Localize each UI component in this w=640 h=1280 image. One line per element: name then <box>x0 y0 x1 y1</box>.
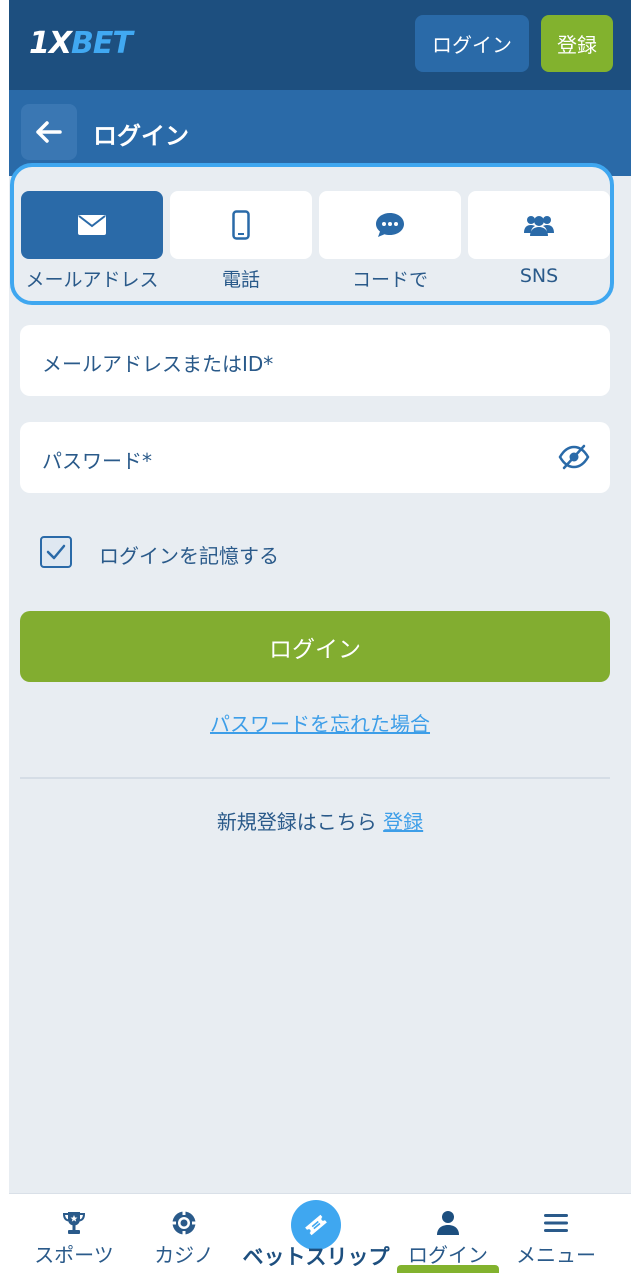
header-login-button[interactable]: ログイン <box>415 15 529 72</box>
tab-sns-tile[interactable] <box>468 191 610 259</box>
logo-prefix: 1X <box>29 26 72 61</box>
remember-label: ログインを記憶する <box>99 544 279 568</box>
trophy-icon <box>62 1212 86 1234</box>
bottom-nav: スポーツ カジノ ベットスリップ ログイン メニュー <box>9 1193 631 1280</box>
nav-login-label: ログイン <box>408 1243 488 1267</box>
page-title: ログイン <box>93 122 189 150</box>
remember-checkbox[interactable] <box>40 536 72 568</box>
hamburger-menu-icon <box>544 1214 568 1232</box>
top-header: 1XBET ログイン 登録 <box>9 0 631 90</box>
brand-logo[interactable]: 1XBET <box>29 26 133 61</box>
login-submit-button[interactable]: ログイン <box>20 611 610 682</box>
password-field[interactable]: パスワード* <box>20 422 610 493</box>
nav-item-menu[interactable]: メニュー <box>501 1194 611 1280</box>
app-frame: 1XBET ログイン 登録 ログイン メールアドレス 電話 コードで SNS メ… <box>9 0 631 1280</box>
tab-code-label: コードで <box>351 269 428 291</box>
forgot-password-link[interactable]: パスワードを忘れた場合 <box>9 708 631 737</box>
tab-phone-label: 電話 <box>221 269 260 291</box>
tab-email-label: メールアドレス <box>25 269 159 291</box>
tab-phone-tile[interactable] <box>170 191 312 259</box>
ticket-icon <box>305 1214 327 1236</box>
users-icon <box>524 216 554 236</box>
tab-code-tile[interactable] <box>319 191 461 259</box>
header-register-button[interactable]: 登録 <box>541 15 613 72</box>
eye-hidden-icon[interactable] <box>558 444 590 470</box>
envelope-icon <box>78 215 106 235</box>
tab-sns[interactable]: SNS <box>468 191 610 287</box>
casino-chip-icon <box>172 1211 196 1235</box>
nav-casino-label: カジノ <box>154 1243 214 1267</box>
tab-email[interactable]: メールアドレス <box>21 191 163 292</box>
login-method-tabs: メールアドレス 電話 コードで SNS <box>10 163 614 305</box>
nav-betslip-label: ベットスリップ <box>242 1245 390 1269</box>
tab-code[interactable]: コードで <box>319 191 461 292</box>
nav-sports-label: スポーツ <box>34 1243 114 1267</box>
email-field[interactable]: メールアドレスまたはID* <box>20 325 610 396</box>
nav-active-indicator <box>397 1265 499 1273</box>
back-button[interactable] <box>21 104 77 160</box>
nav-item-sports[interactable]: スポーツ <box>19 1194 129 1280</box>
tab-email-tile[interactable] <box>21 191 163 259</box>
divider <box>20 777 610 779</box>
chat-bubble-icon <box>376 213 404 237</box>
tab-phone[interactable]: 電話 <box>170 191 312 292</box>
arrow-left-icon <box>36 121 62 143</box>
nav-menu-label: メニュー <box>516 1243 596 1267</box>
logo-suffix: BET <box>71 26 133 61</box>
tab-sns-label: SNS <box>519 265 559 287</box>
email-field-placeholder: メールアドレスまたはID* <box>42 352 274 376</box>
checkmark-icon <box>46 544 66 560</box>
signup-prompt: 新規登録はこちら 登録 <box>9 806 631 835</box>
password-field-placeholder: パスワード* <box>42 449 152 473</box>
phone-icon <box>232 210 250 240</box>
user-icon <box>437 1211 459 1235</box>
signup-link[interactable]: 登録 <box>383 810 423 834</box>
signup-text: 新規登録はこちら <box>216 810 377 834</box>
nav-item-casino[interactable]: カジノ <box>129 1194 239 1280</box>
